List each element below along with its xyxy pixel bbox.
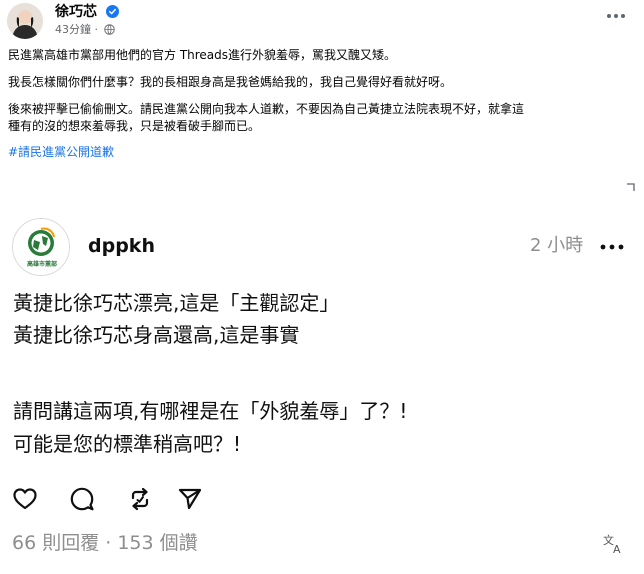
- hashtag-link[interactable]: #請民進黨公開道歉: [8, 144, 114, 161]
- more-icon[interactable]: [604, 8, 628, 24]
- comment-icon[interactable]: [69, 486, 95, 512]
- threads-post: 高雄市黨部 dppkh 2 小時 黃捷比徐巧芯漂亮,這是「主觀認定」 黃捷比徐巧…: [0, 190, 644, 574]
- post-paragraph: 我長怎樣關你們什麼事？我的長相跟身高是我爸媽給我的，我自己覺得好看就好呀。: [8, 75, 453, 89]
- avatar-photo: [7, 3, 43, 39]
- avatar-caption: 高雄市黨部: [26, 261, 57, 268]
- share-icon[interactable]: [177, 486, 203, 512]
- post-paragraph: 後來被抨擊已偷偷刪文。請民進黨公開向我本人道歉，不要因為自己黃捷立法院表現不好，…: [8, 102, 525, 133]
- verified-icon: [105, 5, 119, 23]
- author-name[interactable]: 徐巧芯: [55, 4, 97, 20]
- party-avatar[interactable]: 高雄市黨部: [12, 218, 70, 276]
- repost-icon[interactable]: [127, 486, 153, 512]
- engagement-stats[interactable]: 66 則回覆 · 153 個讚: [12, 531, 198, 555]
- heart-icon[interactable]: [12, 486, 38, 512]
- globe-icon: [103, 24, 115, 39]
- post-line: 請問講這兩項,有哪裡是在「外貌羞辱」了？!: [13, 399, 408, 423]
- author-avatar[interactable]: [7, 3, 43, 39]
- post-timestamp-row: 43分鐘 ·: [55, 23, 115, 39]
- facebook-post: 徐巧芯 43分鐘 · 民進黨高雄市黨部用他們的官方 Threads進行外貌羞辱，…: [0, 0, 644, 191]
- threads-username[interactable]: dppkh: [88, 235, 155, 257]
- corner-bracket-icon: [627, 176, 635, 191]
- more-icon[interactable]: [596, 238, 628, 256]
- svg-text:A: A: [613, 543, 621, 555]
- post-timestamp[interactable]: 43分鐘 ·: [55, 23, 98, 36]
- post-line: 黃捷比徐巧芯身高還高,這是事實: [13, 323, 300, 347]
- post-line: 可能是您的標準稍高吧？!: [13, 432, 242, 456]
- threads-timestamp: 2 小時: [530, 235, 584, 256]
- author-name-row: 徐巧芯: [55, 3, 119, 23]
- action-bar: [12, 486, 232, 512]
- translate-icon[interactable]: 文 A: [602, 531, 626, 556]
- post-line: 黃捷比徐巧芯漂亮,這是「主觀認定」: [13, 291, 340, 315]
- post-paragraph: 民進黨高雄市黨部用他們的官方 Threads進行外貌羞辱，罵我又醜又矮。: [8, 48, 397, 62]
